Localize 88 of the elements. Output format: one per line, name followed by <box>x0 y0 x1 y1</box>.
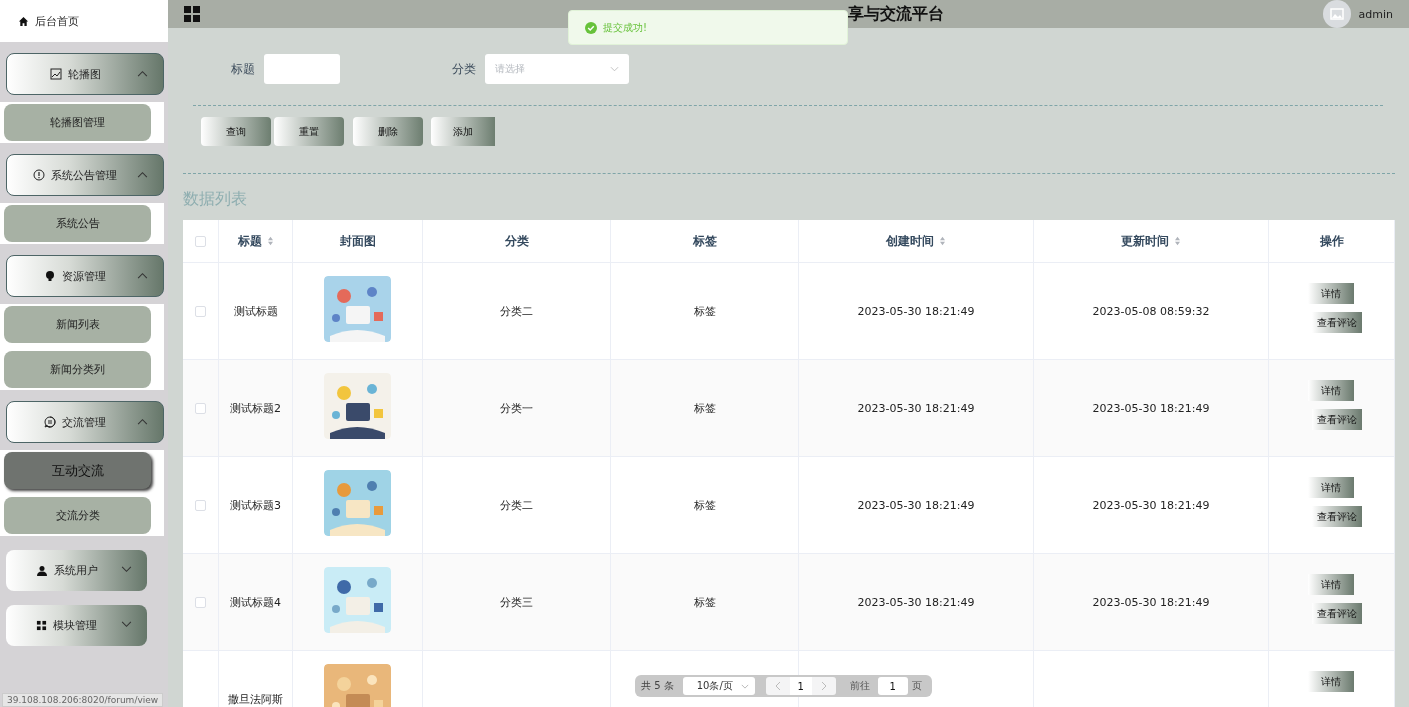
app-title: 享与交流平台 <box>848 3 944 25</box>
user-name[interactable]: admin <box>1358 7 1393 21</box>
row-action-button[interactable]: 查看评论 <box>1312 312 1362 333</box>
column-header: 分类 <box>504 232 529 250</box>
table-cell: 2023-05-30 18:21:49 <box>857 498 975 512</box>
column-header: 更新时间 <box>1121 232 1169 250</box>
table-cell: 分类二 <box>500 497 533 513</box>
table-cell: 标签 <box>693 303 716 319</box>
row-checkbox[interactable] <box>195 499 206 511</box>
column-header: 标题 <box>237 232 262 250</box>
submenu-item[interactable]: 轮播图管理 <box>4 104 151 141</box>
row-checkbox[interactable] <box>195 596 206 608</box>
submenu-item[interactable]: 互动交流 <box>4 452 151 489</box>
row-action-button[interactable]: 查看评论 <box>1312 506 1362 527</box>
table-cell: 分类一 <box>500 400 533 416</box>
sort-icon[interactable] <box>939 236 946 246</box>
toast-message: 提交成功! <box>603 20 647 35</box>
menu-group-header[interactable]: 系统公告管理 <box>6 154 164 196</box>
column-header: 标签 <box>692 232 717 250</box>
title-input[interactable] <box>264 54 340 84</box>
row-action-button[interactable]: 详情 <box>1308 380 1354 401</box>
user-icon <box>35 564 48 577</box>
page-size-select[interactable]: 10条/页 <box>682 677 755 695</box>
chat-icon <box>44 416 56 428</box>
info-icon <box>33 169 45 181</box>
action-button[interactable]: 添加 <box>431 117 495 146</box>
status-url: 39.108.108.206:8020/forum/view <box>2 693 164 707</box>
avatar-icon[interactable] <box>1322 0 1351 28</box>
submenu-item[interactable]: 新闻分类列 <box>4 351 151 388</box>
check-circle-icon <box>585 21 597 34</box>
table-cell: 分类三 <box>500 594 533 610</box>
row-action-button[interactable]: 详情 <box>1308 671 1354 692</box>
column-header: 操作 <box>1319 232 1344 250</box>
table-cell: 测试标题4 <box>230 594 281 610</box>
table-cell: 2023-05-30 18:21:49 <box>1092 498 1210 512</box>
select-all-checkbox[interactable] <box>195 235 206 247</box>
action-button[interactable]: 删除 <box>353 117 423 146</box>
action-button[interactable]: 查询 <box>201 117 271 146</box>
sort-icon[interactable] <box>266 236 274 246</box>
table-cell: 2023-05-08 08:59:32 <box>1092 304 1210 318</box>
table-cell: 分类二 <box>500 303 533 319</box>
goto-page-field[interactable]: 1 <box>877 677 908 695</box>
column-header: 封面图 <box>339 232 376 250</box>
picture-frame-icon <box>49 68 62 80</box>
table-cell: 标签 <box>693 400 716 416</box>
menu-group-header[interactable]: 模块管理 <box>6 605 147 646</box>
menu-icon[interactable] <box>184 6 200 22</box>
table-cell: 2023-05-30 18:21:49 <box>1092 401 1210 415</box>
table-cell: 2023-05-30 18:21:49 <box>857 401 975 415</box>
page-suffix: 页 <box>911 679 922 693</box>
table-cell: 撒旦法阿斯 <box>228 691 283 707</box>
sort-icon[interactable] <box>1174 236 1181 246</box>
home-menu-item[interactable]: 后台首页 <box>0 0 168 42</box>
row-action-button[interactable]: 查看评论 <box>1312 409 1362 430</box>
menu-group-header[interactable]: 轮播图 <box>6 53 164 95</box>
table-cell: 2023-05-30 18:21:49 <box>857 595 975 609</box>
current-page[interactable]: 1 <box>789 677 812 695</box>
menu-group-header[interactable]: 资源管理 <box>6 255 164 297</box>
row-action-button[interactable]: 详情 <box>1308 283 1354 304</box>
table-cell: 测试标题2 <box>230 400 281 416</box>
row-action-button[interactable]: 查看评论 <box>1312 603 1362 624</box>
field-label: 标题 <box>231 60 255 78</box>
total-count: 共 5 条 <box>641 679 674 693</box>
bulb-icon <box>44 270 56 282</box>
table-cell: 2023-05-30 18:21:49 <box>1092 595 1210 609</box>
menu-group-header[interactable]: 系统用户 <box>6 550 147 591</box>
grid-icon <box>36 620 47 631</box>
menu-group-header[interactable]: 交流管理 <box>6 401 164 443</box>
field-label: 分类 <box>452 60 476 78</box>
table-cell: 2023-05-30 18:21:49 <box>857 304 975 318</box>
home-icon <box>18 15 29 27</box>
table-cell: 标签 <box>693 594 716 610</box>
action-button[interactable]: 重置 <box>274 117 344 146</box>
table-cell: 标签 <box>693 497 716 513</box>
table-cell: 测试标题 <box>233 303 278 319</box>
row-checkbox[interactable] <box>195 402 206 414</box>
column-header: 创建时间 <box>886 232 934 250</box>
submenu-item[interactable]: 系统公告 <box>4 205 151 242</box>
row-action-button[interactable]: 详情 <box>1308 477 1354 498</box>
table-cell: 测试标题3 <box>230 497 281 513</box>
row-checkbox[interactable] <box>195 305 206 317</box>
submenu-item[interactable]: 新闻列表 <box>4 306 151 343</box>
chevron-down-icon <box>740 683 749 689</box>
row-action-button[interactable]: 详情 <box>1308 574 1354 595</box>
section-title: 数据列表 <box>183 189 248 210</box>
goto-label: 前往 <box>849 679 870 693</box>
submenu-item[interactable]: 交流分类 <box>4 497 151 534</box>
chevron-down-icon <box>610 66 619 72</box>
